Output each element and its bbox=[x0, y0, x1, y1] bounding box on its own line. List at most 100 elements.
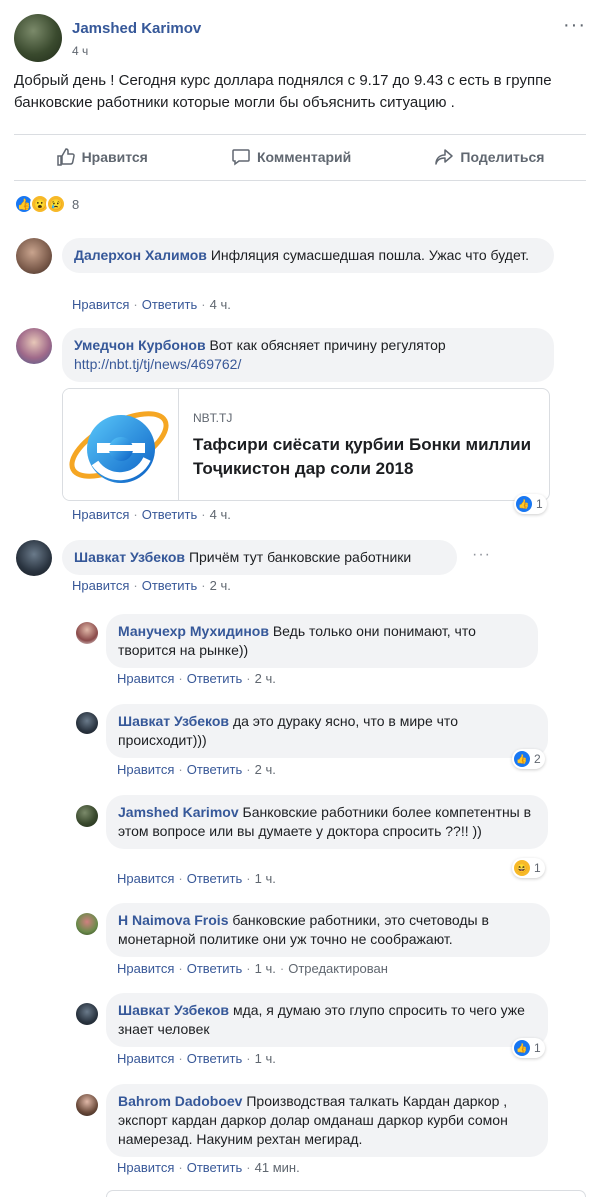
like-link[interactable]: Нравится bbox=[117, 1051, 174, 1066]
comment-meta: Нравится · Ответить · 4 ч. bbox=[72, 297, 231, 312]
reply-link[interactable]: Ответить bbox=[142, 297, 198, 312]
reply-time[interactable]: 41 мин. bbox=[255, 1160, 300, 1175]
comment-author[interactable]: Далерхон Халимов bbox=[74, 247, 207, 263]
like-link[interactable]: Нравится bbox=[117, 762, 174, 777]
comment-button[interactable]: Комментарий bbox=[231, 147, 351, 167]
comment-link[interactable]: http://nbt.tj/tj/news/469762/ bbox=[74, 356, 241, 372]
like-link[interactable]: Нравится bbox=[72, 507, 129, 522]
like-link[interactable]: Нравится bbox=[117, 1160, 174, 1175]
post-text: Добрый день ! Сегодня курс доллара подня… bbox=[14, 72, 552, 111]
comment-bubble: Далерхон Халимов Инфляция сумасшедшая по… bbox=[62, 238, 554, 273]
like-button[interactable]: Нравится bbox=[56, 147, 148, 167]
comment-time[interactable]: 4 ч. bbox=[210, 507, 231, 522]
comment-text: Причём тут банковские работники bbox=[188, 549, 412, 565]
reply-meta: Нравится · Ответить · 1 ч. · Отредактирован bbox=[117, 961, 388, 976]
post-actions: Нравится Комментарий Поделиться bbox=[14, 134, 586, 180]
reply-reactions[interactable]: 👍 1 bbox=[512, 1038, 545, 1058]
reply-time[interactable]: 1 ч. bbox=[255, 961, 276, 976]
reply-bubble: Jamshed Karimov Банковские работники бол… bbox=[106, 795, 548, 849]
reaction-count: 1 bbox=[534, 861, 541, 875]
post-time[interactable]: 4 ч bbox=[72, 44, 88, 58]
avatar[interactable] bbox=[14, 14, 62, 62]
reply-time[interactable]: 2 ч. bbox=[255, 671, 276, 686]
reply-author[interactable]: Bahrom Dadoboev bbox=[118, 1093, 242, 1109]
reply-time[interactable]: 1 ч. bbox=[255, 871, 276, 886]
reply-meta: Нравится · Ответить · 1 ч. bbox=[117, 1051, 276, 1066]
like-link[interactable]: Нравится bbox=[117, 671, 174, 686]
post-header: Jamshed Karimov 4 ч ··· bbox=[14, 14, 586, 62]
avatar[interactable] bbox=[76, 622, 98, 644]
like-link[interactable]: Нравится bbox=[117, 961, 174, 976]
comment-author[interactable]: Шавкат Узбеков bbox=[74, 549, 185, 565]
reply-link[interactable]: Ответить bbox=[187, 1160, 243, 1175]
comment-label: Комментарий bbox=[256, 149, 352, 165]
edited-label[interactable]: Отредактирован bbox=[288, 961, 388, 976]
reply-link[interactable]: Ответить bbox=[142, 578, 198, 593]
reply-meta: Нравится · Ответить · 41 мин. bbox=[117, 1160, 300, 1175]
reply-reactions[interactable]: 👍 2 bbox=[512, 749, 545, 769]
avatar[interactable] bbox=[16, 238, 52, 274]
comment-meta: Нравится · Ответить · 4 ч. bbox=[72, 507, 231, 522]
divider bbox=[14, 180, 586, 181]
avatar[interactable] bbox=[76, 805, 98, 827]
like-icon: 👍 bbox=[514, 751, 530, 767]
reply-time[interactable]: 2 ч. bbox=[255, 762, 276, 777]
reply-link[interactable]: Ответить bbox=[187, 762, 243, 777]
like-link[interactable]: Нравится bbox=[117, 871, 174, 886]
like-icon: 👍 bbox=[514, 1040, 530, 1056]
reaction-count: 1 bbox=[536, 497, 543, 511]
reply-author[interactable]: Jamshed Karimov bbox=[118, 804, 239, 820]
reply-link[interactable]: Ответить bbox=[187, 961, 243, 976]
avatar[interactable] bbox=[16, 540, 52, 576]
more-options-icon[interactable]: ··· bbox=[563, 14, 586, 37]
avatar[interactable] bbox=[76, 1094, 98, 1116]
comment-meta: Нравится · Ответить · 2 ч. bbox=[72, 578, 231, 593]
reply-meta: Нравится · Ответить · 2 ч. bbox=[117, 671, 276, 686]
avatar[interactable] bbox=[76, 712, 98, 734]
avatar[interactable] bbox=[76, 913, 98, 935]
reply-link[interactable]: Ответить bbox=[187, 871, 243, 886]
post-author[interactable]: Jamshed Karimov bbox=[72, 20, 201, 37]
comment-bubble: Шавкат Узбеков Причём тут банковские раб… bbox=[62, 540, 457, 575]
avatar[interactable] bbox=[16, 328, 52, 364]
reply-link[interactable]: Ответить bbox=[142, 507, 198, 522]
like-link[interactable]: Нравится bbox=[72, 297, 129, 312]
reply-meta: Нравится · Ответить · 2 ч. bbox=[117, 762, 276, 777]
reactions-summary[interactable]: 👍 😮 😢 8 bbox=[14, 192, 79, 216]
reply-input-edge[interactable] bbox=[106, 1190, 586, 1197]
like-icon: 👍 bbox=[516, 496, 532, 512]
like-label: Нравится bbox=[81, 149, 148, 165]
like-icon bbox=[56, 148, 75, 166]
reaction-count: 8 bbox=[72, 196, 80, 212]
reply-reactions[interactable]: 😆 1 bbox=[512, 858, 545, 878]
reply-bubble: Bahrom Dadoboev Производствая талкать Ка… bbox=[106, 1084, 548, 1157]
link-domain: NBT.TJ bbox=[193, 411, 233, 425]
reply-link[interactable]: Ответить bbox=[187, 1051, 243, 1066]
reply-author[interactable]: Шавкат Узбеков bbox=[118, 713, 229, 729]
reply-author[interactable]: Шавкат Узбеков bbox=[118, 1002, 229, 1018]
more-options-icon[interactable]: ··· bbox=[472, 546, 491, 564]
reply-link[interactable]: Ответить bbox=[187, 671, 243, 686]
avatar[interactable] bbox=[76, 1003, 98, 1025]
sad-icon: 😢 bbox=[46, 194, 66, 214]
share-icon bbox=[435, 149, 454, 165]
comment-author[interactable]: Умедчон Курбонов bbox=[74, 337, 206, 353]
reply-bubble: Шавкат Узбеков мда, я думаю это глупо сп… bbox=[106, 993, 548, 1047]
haha-icon: 😆 bbox=[514, 860, 530, 876]
reply-author[interactable]: H Naimova Frois bbox=[118, 912, 228, 928]
link-preview-card[interactable]: NBT.TJ Тафсири сиёсати қурбии Бонки милл… bbox=[62, 388, 550, 501]
link-preview-image bbox=[63, 389, 179, 500]
comment-time[interactable]: 4 ч. bbox=[210, 297, 231, 312]
reaction-count: 2 bbox=[534, 752, 541, 766]
comment-bubble: Умедчон Курбонов Вот как обясняет причин… bbox=[62, 328, 554, 382]
like-link[interactable]: Нравится bbox=[72, 578, 129, 593]
comment-reactions[interactable]: 👍 1 bbox=[514, 494, 547, 514]
reply-author[interactable]: Манучехр Мухидинов bbox=[118, 623, 269, 639]
link-title[interactable]: Тафсири сиёсати қурбии Бонки миллии Тоҷи… bbox=[193, 433, 533, 481]
reply-bubble: Шавкат Узбеков да это дураку ясно, что в… bbox=[106, 704, 548, 758]
comment-time[interactable]: 2 ч. bbox=[210, 578, 231, 593]
share-button[interactable]: Поделиться bbox=[434, 147, 544, 167]
reply-bubble: Манучехр Мухидинов Ведь только они поним… bbox=[106, 614, 538, 668]
reply-bubble: H Naimova Frois банковские работники, эт… bbox=[106, 903, 550, 957]
reply-time[interactable]: 1 ч. bbox=[255, 1051, 276, 1066]
